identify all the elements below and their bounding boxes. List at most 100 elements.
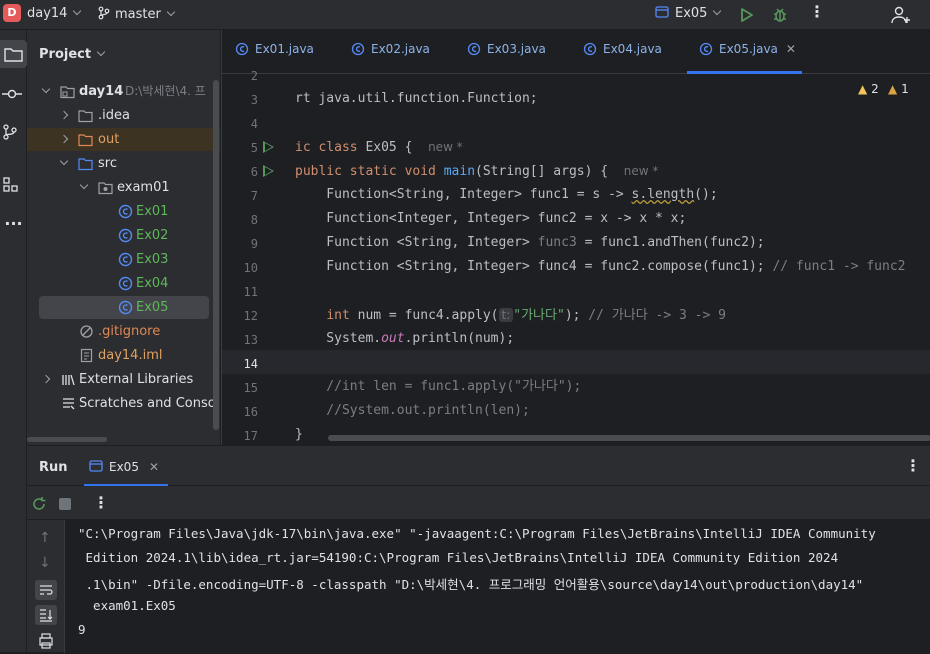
code-line-10: Function <String, Integer> func4 = func2…: [295, 259, 906, 274]
weak-warnings-indicator[interactable]: ▲ 1: [888, 82, 909, 96]
line-number: 14: [243, 357, 258, 371]
debug-icon[interactable]: [769, 4, 791, 26]
close-icon[interactable]: ✕: [786, 42, 796, 56]
run-tab-ex05[interactable]: Ex05 ✕: [89, 460, 159, 474]
tree-item-gitignore[interactable]: .gitignore: [27, 320, 220, 343]
branch-icon: [98, 6, 110, 20]
more-actions-icon[interactable]: ⋮: [809, 2, 825, 21]
code-line-3: rt java.util.function.Function;: [295, 91, 538, 106]
tab-ex02[interactable]: Ex02.java: [351, 42, 430, 66]
project-panel-title[interactable]: Project: [39, 47, 106, 62]
expand-arrow-icon[interactable]: [41, 374, 51, 384]
run-panel-options-icon[interactable]: ⋮: [905, 456, 921, 475]
tab-ex01[interactable]: Ex01.java: [235, 42, 314, 66]
structure-icon[interactable]: [0, 170, 27, 198]
tree-item-scratches[interactable]: Scratches and Consoles: [27, 392, 220, 415]
project-badge[interactable]: D: [3, 4, 21, 22]
tab-ex04[interactable]: Ex04.java: [583, 42, 662, 66]
active-tab-indicator: [687, 71, 802, 74]
run-class-gutter-icon[interactable]: [263, 141, 274, 153]
tree-item-ex05[interactable]: Ex05: [39, 296, 209, 319]
more-tools-icon[interactable]: ···: [0, 210, 27, 238]
scroll-to-end-icon[interactable]: [35, 605, 57, 625]
run-main-gutter-icon[interactable]: [263, 165, 274, 177]
print-icon[interactable]: [35, 632, 57, 654]
expand-arrow-icon[interactable]: [79, 180, 89, 190]
run-panel: Run Ex05 ✕ ⋮ ⋮ ↑ ↓ "C:\Program Files\Java…: [27, 445, 930, 654]
project-panel: Project day14 D:\박세현\4. 프 .idea out src …: [27, 30, 220, 445]
line-number: 12: [243, 309, 258, 323]
tree-item-src[interactable]: src: [27, 152, 220, 175]
java-class-icon: [467, 42, 481, 56]
run-toolbar: ⋮: [27, 487, 930, 520]
close-icon[interactable]: ✕: [149, 460, 159, 474]
console-line: Edition 2024.1\lib\idea_rt.jar=54190:C:\…: [78, 550, 839, 565]
code-line-13: System.out.println(num);: [295, 331, 515, 346]
arrow-up-icon[interactable]: ↑: [39, 530, 51, 546]
expand-arrow-icon[interactable]: [59, 156, 69, 166]
arrow-down-icon[interactable]: ↓: [39, 555, 51, 571]
tab-ex03[interactable]: Ex03.java: [467, 42, 546, 66]
application-icon: [655, 6, 669, 18]
warnings-indicator[interactable]: ▲ 2: [858, 82, 879, 96]
structure-git-icon[interactable]: [0, 118, 27, 146]
project-tool-icon[interactable]: [0, 40, 27, 68]
project-switcher[interactable]: day14: [27, 6, 82, 21]
tree-item-iml[interactable]: day14.iml: [27, 344, 220, 367]
soft-wrap-icon[interactable]: [35, 580, 57, 600]
expand-arrow-icon[interactable]: [59, 134, 69, 144]
code-line-5: ic class Ex05 { new *: [295, 140, 463, 155]
expand-arrow-icon[interactable]: [41, 84, 51, 94]
run-config-selector[interactable]: Ex05: [655, 6, 722, 21]
tree-item-day14[interactable]: day14 D:\박세현\4. 프: [27, 80, 220, 103]
tree-item-exam01[interactable]: exam01: [27, 176, 220, 199]
editor-horizontal-scrollbar[interactable]: [328, 435, 930, 441]
line-number: 9: [250, 237, 258, 251]
line-number: 13: [243, 333, 258, 347]
line-number: 5: [250, 141, 258, 155]
code-line-12: int num = func4.apply(t: "가나다"); // 가나다 -…: [326, 308, 726, 323]
run-toolbar-more-icon[interactable]: ⋮: [93, 493, 109, 512]
code-line-9: Function <String, Integer> func3 = func1…: [295, 235, 765, 250]
chevron-down-icon: [713, 6, 722, 16]
java-class-icon: [235, 42, 249, 56]
java-class-icon: [118, 204, 133, 219]
console-output-result: 9: [78, 622, 86, 637]
chevron-down-icon: [73, 6, 82, 16]
tree-item-ex01[interactable]: Ex01: [27, 200, 220, 223]
tree-item-ex02[interactable]: Ex02: [27, 224, 220, 247]
stop-icon[interactable]: [59, 498, 71, 510]
project-horizontal-scrollbar[interactable]: [27, 437, 107, 442]
project-name: day14: [27, 6, 68, 21]
commit-icon[interactable]: [0, 80, 27, 108]
expand-arrow-icon[interactable]: [59, 110, 69, 120]
file-icon: [80, 348, 93, 363]
add-user-icon[interactable]: [890, 4, 912, 26]
line-number: 16: [243, 405, 258, 419]
java-class-icon: [118, 276, 133, 291]
tree-item-ex03[interactable]: Ex03: [27, 248, 220, 271]
run-panel-header: Run Ex05 ✕ ⋮: [27, 446, 930, 486]
tree-item-out[interactable]: out: [27, 128, 220, 151]
code-line-17: }: [295, 427, 303, 442]
branch-switcher[interactable]: master: [97, 6, 176, 22]
title-bar: D day14 master Ex05 ⋮: [0, 0, 930, 30]
folder-icon: [78, 110, 93, 123]
tab-ex05[interactable]: Ex05.java ✕: [699, 42, 796, 66]
tree-item-ex04[interactable]: Ex04: [27, 272, 220, 295]
console-line: exam01.Ex05: [78, 598, 176, 613]
tool-window-strip: ···: [0, 30, 27, 652]
tree-item-external-libraries[interactable]: External Libraries: [27, 368, 220, 391]
active-run-tab-indicator: [84, 484, 168, 486]
scratches-icon: [63, 398, 75, 410]
project-vertical-scrollbar[interactable]: [213, 80, 219, 430]
console-line: .1\bin" -Dfile.encoding=UTF-8 -classpath…: [78, 577, 864, 592]
rerun-icon[interactable]: [31, 496, 47, 512]
console-output[interactable]: "C:\Program Files\Java\jdk-17\bin\java.e…: [65, 520, 930, 653]
application-icon: [89, 460, 103, 472]
code-editor[interactable]: Ex01.java Ex02.java Ex03.java Ex04.java …: [221, 30, 930, 445]
console-line: "C:\Program Files\Java\jdk-17\bin\java.e…: [78, 526, 876, 541]
java-class-icon: [583, 42, 597, 56]
run-icon[interactable]: [735, 4, 757, 26]
tree-item-idea[interactable]: .idea: [27, 104, 220, 127]
